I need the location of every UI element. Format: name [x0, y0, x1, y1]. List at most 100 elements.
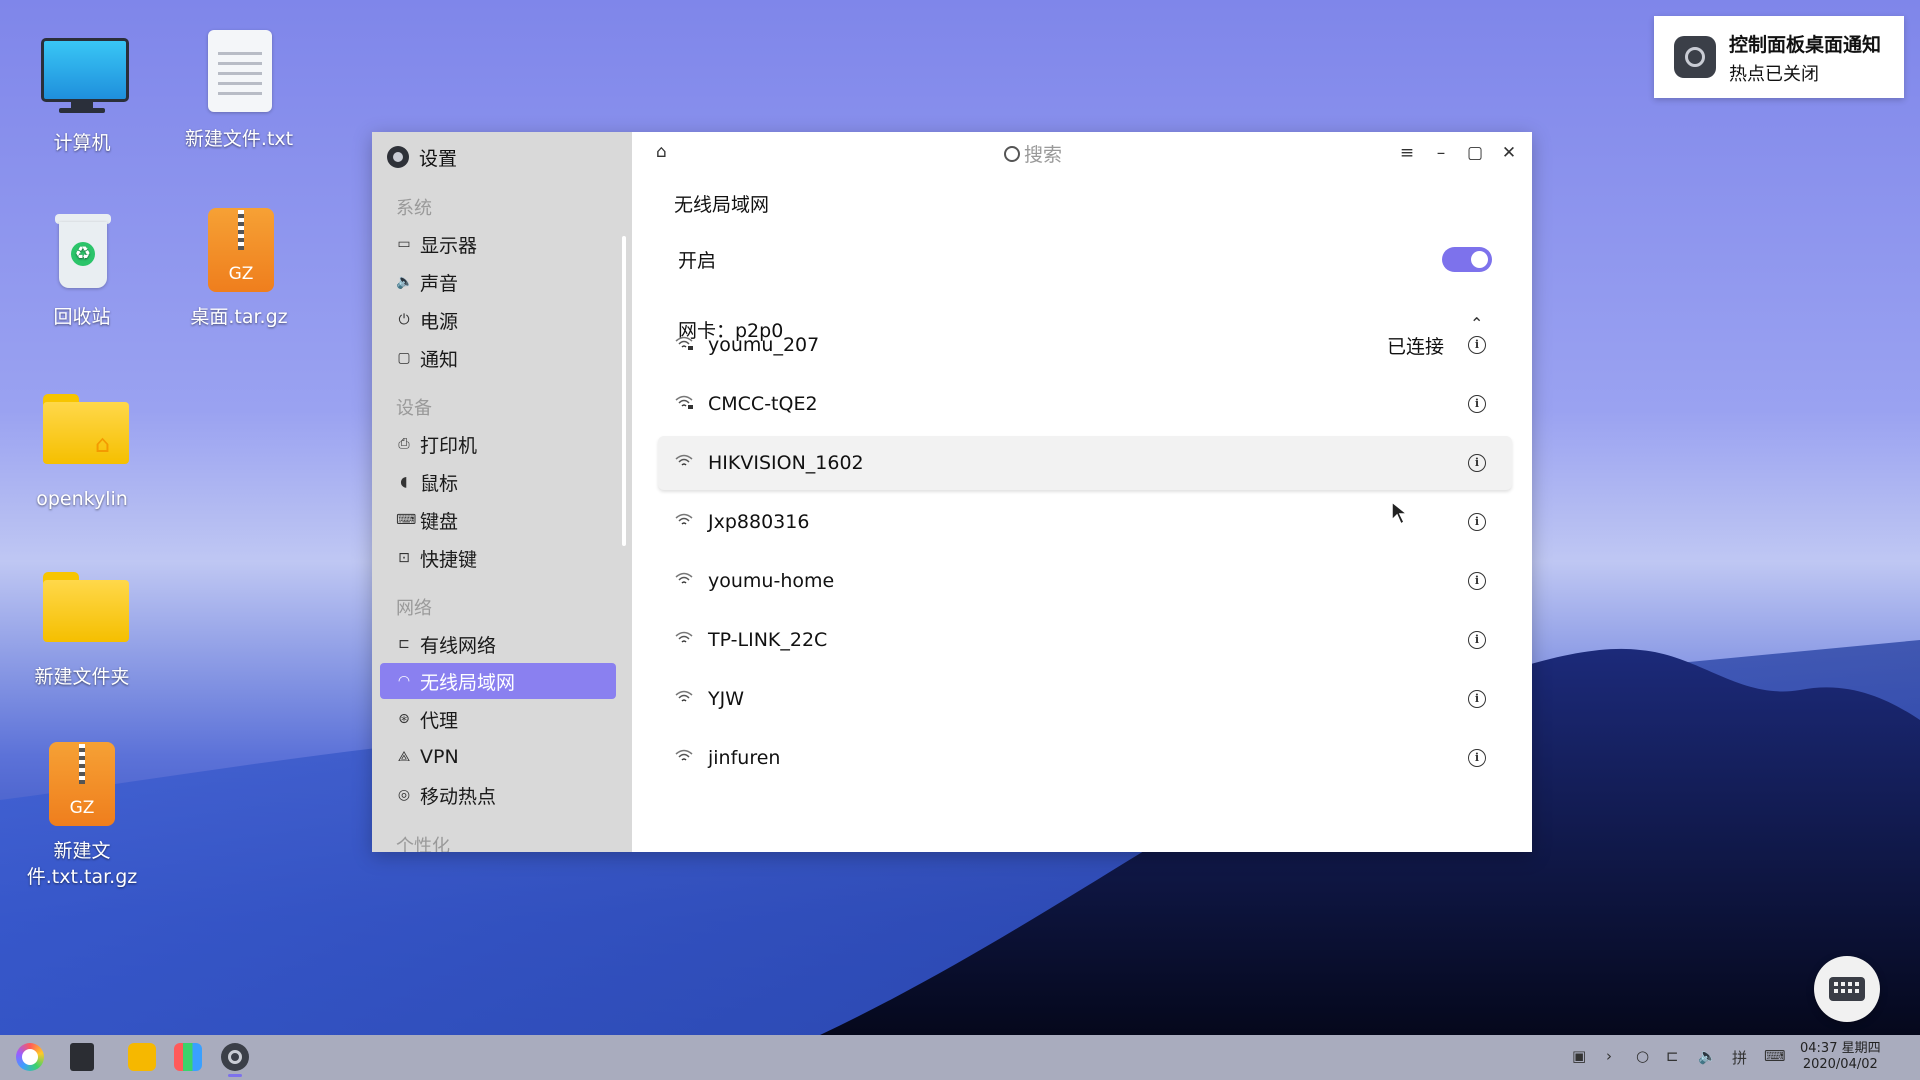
sidebar-group-system: 系统 — [396, 198, 432, 219]
info-icon[interactable]: i — [1468, 572, 1486, 590]
wifi-signal-icon — [674, 748, 698, 768]
multitask-icon[interactable] — [70, 1043, 94, 1071]
desktop-icon-archive-2[interactable]: GZ 新建文件.txt.tar.gz — [17, 742, 147, 890]
active-app-indicator — [228, 1074, 242, 1077]
wifi-signal-icon — [674, 571, 698, 591]
sidebar-item-label: 有线网络 — [420, 634, 497, 657]
clock[interactable]: 04:37 星期四 2020/04/02 — [1800, 1041, 1881, 1073]
sidebar-item-proxy[interactable]: ⊛ 代理 — [380, 701, 616, 737]
clipboard-icon[interactable]: ▣ — [1572, 1047, 1586, 1065]
folder-icon — [37, 568, 129, 658]
desktop-icon-label: 桌面.tar.gz — [190, 306, 288, 328]
settings-sidebar: 设置 系统 ▭ 显示器 🔈 声音 ⏻ 电源 ▢ 通知 设备 ⎙ 打印机 ◖ 鼠标 ⌨ 键盘 ⊡… — [372, 132, 632, 852]
desktop-icon-folder[interactable]: 新建文件夹 — [17, 568, 147, 690]
info-icon[interactable]: i — [1468, 513, 1486, 531]
title-bar: ⌂ 搜索 ≡ – ▢ ✕ — [632, 132, 1532, 172]
sidebar-item-label: 键盘 — [420, 510, 459, 533]
wifi-settings-panel: ⌂ 搜索 ≡ – ▢ ✕ 无线局域网 开启 网卡：p2p0 ⌃ youmu_20… — [632, 132, 1532, 852]
mouse-icon: ◖ — [400, 474, 408, 490]
sidebar-item-shortcut[interactable]: ⊡ 快捷键 — [380, 540, 616, 576]
info-icon[interactable]: i — [1468, 336, 1486, 354]
wifi-network-row[interactable]: youmu-home i — [658, 554, 1512, 608]
wifi-network-row[interactable]: youmu_207 已连接 i — [658, 318, 1512, 372]
search-placeholder: 搜索 — [1024, 144, 1063, 166]
sidebar-item-notification[interactable]: ▢ 通知 — [380, 340, 616, 376]
search-icon[interactable]: ○ — [1636, 1047, 1649, 1065]
desktop-icon-text-file[interactable]: 新建文件.txt — [174, 30, 304, 152]
home-icon[interactable]: ⌂ — [656, 142, 667, 162]
sidebar-item-wired[interactable]: ⊏ 有线网络 — [380, 626, 616, 662]
app-title: 设置 — [387, 142, 457, 172]
sidebar-scrollbar[interactable] — [622, 236, 626, 546]
page-title: 无线局域网 — [674, 194, 770, 216]
sidebar-item-wifi[interactable]: ◠ 无线局域网 — [380, 663, 616, 699]
sidebar-item-vpn[interactable]: ⟁ VPN — [380, 739, 616, 775]
wifi-signal-icon — [674, 453, 698, 473]
speaker-icon: 🔈 — [396, 274, 414, 290]
settings-window: 设置 系统 ▭ 显示器 🔈 声音 ⏻ 电源 ▢ 通知 设备 ⎙ 打印机 ◖ 鼠标 ⌨ 键盘 ⊡… — [372, 132, 1532, 852]
wifi-ssid: jinfuren — [708, 747, 781, 769]
close-button[interactable]: ✕ — [1496, 140, 1522, 166]
sidebar-group-personalize: 个性化 — [396, 836, 450, 852]
sidebar-item-keyboard[interactable]: ⌨ 键盘 — [380, 502, 616, 538]
desktop-icon-home-folder[interactable]: ⌂ openkylin — [17, 390, 147, 512]
sidebar-item-mouse[interactable]: ◖ 鼠标 — [380, 464, 616, 500]
start-menu-icon[interactable] — [16, 1043, 44, 1071]
info-icon[interactable]: i — [1468, 631, 1486, 649]
wifi-network-row[interactable]: TP-LINK_22C i — [658, 613, 1512, 667]
settings-taskbar-icon[interactable] — [221, 1043, 249, 1071]
file-manager-icon[interactable] — [128, 1043, 156, 1071]
notification-message: 热点已关闭 — [1729, 64, 1819, 85]
volume-icon[interactable]: 🔈 — [1698, 1047, 1717, 1065]
desktop-icon-recycle-bin[interactable]: ♻ 回收站 — [17, 208, 147, 330]
sidebar-item-hotspot[interactable]: ◎ 移动热点 — [380, 777, 616, 813]
sidebar-item-printer[interactable]: ⎙ 打印机 — [380, 426, 616, 462]
desktop-icon-archive[interactable]: GZ 桌面.tar.gz — [174, 208, 304, 330]
keyboard-icon: ⌨ — [396, 512, 417, 528]
text-file-icon — [194, 30, 284, 120]
input-method-indicator[interactable]: 拼 — [1732, 1047, 1747, 1068]
menu-button[interactable]: ≡ — [1394, 140, 1420, 166]
computer-icon — [37, 34, 129, 124]
wifi-ssid: HIKVISION_1602 — [708, 452, 864, 474]
search-input[interactable]: 搜索 — [1004, 140, 1062, 167]
wifi-toggle[interactable] — [1442, 247, 1492, 272]
wifi-network-row[interactable]: Jxp880316 i — [658, 495, 1512, 549]
app-title-label: 设置 — [419, 147, 458, 170]
maximize-button[interactable]: ▢ — [1462, 140, 1488, 166]
info-icon[interactable]: i — [1468, 395, 1486, 413]
vpn-icon: ⟁ — [397, 749, 411, 765]
app-store-icon[interactable] — [174, 1043, 202, 1071]
virtual-keyboard-button[interactable] — [1814, 956, 1880, 1022]
wifi-network-row[interactable]: YJW i — [658, 672, 1512, 726]
network-icon[interactable]: ⊏ — [1666, 1047, 1679, 1065]
sidebar-group-network: 网络 — [396, 598, 432, 619]
sidebar-item-display[interactable]: ▭ 显示器 — [380, 226, 616, 262]
info-icon[interactable]: i — [1468, 749, 1486, 767]
archive-icon: GZ — [194, 208, 284, 298]
chevron-right-icon[interactable]: › — [1606, 1047, 1612, 1065]
sidebar-item-power[interactable]: ⏻ 电源 — [380, 302, 616, 338]
shortcut-icon: ⊡ — [398, 550, 410, 566]
proxy-icon: ⊛ — [398, 711, 410, 727]
power-icon: ⏻ — [398, 312, 410, 328]
clock-date: 2020/04/02 — [1802, 1057, 1878, 1072]
toggle-knob — [1471, 251, 1488, 268]
sidebar-item-sound[interactable]: 🔈 声音 — [380, 264, 616, 300]
sidebar-group-devices: 设备 — [396, 398, 432, 419]
wifi-network-row[interactable]: jinfuren i — [658, 731, 1512, 785]
desktop-icon-label: 新建文件夹 — [34, 666, 130, 688]
wifi-ssid: TP-LINK_22C — [708, 629, 828, 651]
taskbar: ▣ › ○ ⊏ 🔈 拼 ⌨ 04:37 星期四 2020/04/02 — [0, 1035, 1920, 1080]
notification-popup[interactable]: 控制面板桌面通知 热点已关闭 — [1654, 16, 1904, 98]
info-icon[interactable]: i — [1468, 690, 1486, 708]
sidebar-item-label: 声音 — [420, 272, 459, 295]
desktop-icon-computer[interactable]: 计算机 — [17, 34, 147, 156]
sidebar-item-label: 显示器 — [420, 234, 478, 257]
keyboard-tray-icon[interactable]: ⌨ — [1764, 1047, 1786, 1065]
info-icon[interactable]: i — [1468, 454, 1486, 472]
wifi-network-row[interactable]: CMCC-tQE2 i — [658, 377, 1512, 431]
wifi-network-row[interactable]: HIKVISION_1602 i — [658, 436, 1512, 490]
sidebar-item-label: 移动热点 — [420, 785, 497, 808]
minimize-button[interactable]: – — [1428, 140, 1454, 166]
